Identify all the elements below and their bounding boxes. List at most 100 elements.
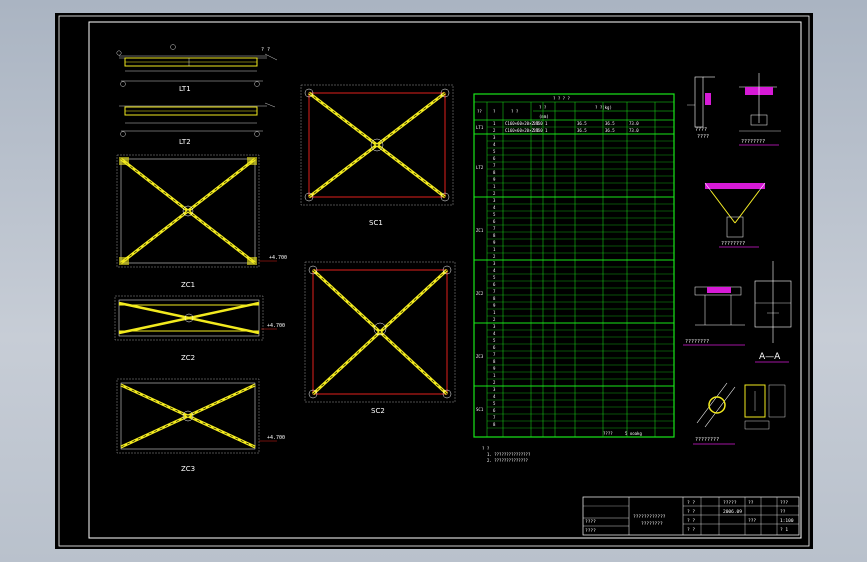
svg-text:????????: ???????? [695,437,719,443]
table-row-no: 7 [493,289,496,294]
table-group-label: SC1 [476,407,484,412]
table-row-no: 9 [493,303,496,308]
lt1-label: LT1 [179,85,191,93]
svg-text:? ?: ? ? [687,518,695,524]
col-header-5: ? ?(kg) [595,105,612,110]
svg-text:??: ?? [780,509,786,515]
svg-text:? ?: ? ? [261,47,270,53]
tb-project: ???????????? [633,514,666,520]
table-row-no: 3 [493,198,496,203]
table-row-no: 1 [493,310,496,315]
svg-text:? ?: ? ? [687,500,695,506]
table-cell: 5950 [533,121,543,126]
zc3-label: ZC3 [181,465,195,473]
table-row-no: 6 [493,282,496,287]
table-cell: 36.5 [605,121,615,126]
detail-2: ???????? [739,73,781,146]
col-header-1: ?? [477,109,482,114]
note-1: 1. ??????????????? [487,452,531,457]
table-group-label: LT2 [476,165,484,170]
table-row-no: 5 [493,401,496,406]
detail-3: ???????? [704,182,766,248]
detail-2-caption: ???????? [741,139,765,145]
note-2: 2. ?????????????? [487,458,529,463]
table-row-no: 9 [493,177,496,182]
table-row-no: 4 [493,394,496,399]
tb-left-2: ???? [585,528,596,534]
notes: ? ? 1. ??????????????? 2. ?????????????? [482,446,531,463]
sc1-view: SC1 [300,84,454,227]
svg-text:? ?: ? ? [687,527,695,533]
table-row-no: 7 [493,163,496,168]
aa-label: A—A [759,352,781,362]
lt1-view: ? ? LT1 [116,44,278,93]
detail-4-caption: ???????? [685,339,709,345]
table-row-no: 3 [493,324,496,329]
table-cell: 36.5 [577,121,587,126]
lt2-label: LT2 [179,138,191,146]
table-row-no: 6 [493,408,496,413]
table-row-no: 4 [493,205,496,210]
svg-text:????: ???? [697,134,709,140]
table-row-no: 2 [493,254,496,259]
table-row-no: 9 [493,366,496,371]
lt2-view: LT2 [119,102,276,146]
detail-3-caption: ???????? [721,241,745,247]
table-row-no: 7 [493,415,496,420]
svg-text:??: ?? [748,500,754,506]
table-group-label: LT1 [476,125,484,130]
table-row-no: 3 [493,135,496,140]
material-table: ? ? ? ? ?? ? ? ? ? ? ? ?(kg) (mm) 123456… [473,93,675,438]
sc1-label: SC1 [369,219,383,227]
zc3-view: +4.700 ZC3 [116,378,285,473]
table-row-no: 4 [493,142,496,147]
table-cell: 1 [545,121,548,126]
table-row-no: 4 [493,268,496,273]
cad-drawing: ? ? LT1 LT2 +4.700 ZC1 +4.700 ZC2 +4.700… [58,15,810,547]
note-0: ? ? [482,446,490,451]
table-cell: 36.5 [605,128,615,133]
table-row-no: 8 [493,359,496,364]
table-row-no: 5 [493,338,496,343]
table-row-no: 8 [493,422,496,427]
table-row-no: 5 [493,212,496,217]
table-row-no: 5 [493,149,496,154]
table-row-no: 2 [493,191,496,196]
table-row-no: 6 [493,345,496,350]
title-block: ???? ???? ???????????? ??????? ? ? ? ? ? … [582,496,800,536]
table-cell: 36.5 [577,128,587,133]
table-row-no: 1 [493,121,496,126]
table-group-label: ZC1 [476,228,484,233]
drawing-sheet: ? ? LT1 LT2 +4.700 ZC1 +4.700 ZC2 +4.700… [55,13,813,549]
table-row-no: 6 [493,156,496,161]
table-group-label: ZC2 [476,291,484,296]
sub-header-1: (mm) [539,114,549,119]
table-cell: 73.0 [629,128,639,133]
zc2-label: ZC2 [181,354,195,362]
table-row-no: 2 [493,128,496,133]
section-aa: A—A [754,261,792,363]
table-row-no: 8 [493,296,496,301]
table-row-no: 7 [493,226,496,231]
table-row-no: 5 [493,275,496,280]
table-header-top: ? ? ? ? [553,96,570,101]
zc2-view: +4.700 ZC2 [114,295,285,362]
svg-text:?????: ????? [723,500,737,506]
tb-left-1: ???? [585,519,596,525]
detail-1-caption: ???? [695,127,707,133]
table-row-no: 3 [493,387,496,392]
col-header-2: ? [493,109,496,114]
table-cell: 1 [545,128,548,133]
col-header-3: ? ? [511,109,519,114]
svg-text:+4.700: +4.700 [267,323,285,329]
table-cell: 73.0 [629,121,639,126]
sc2-view: SC2 [304,261,456,415]
detail-1: ???? ???? [687,76,715,140]
svg-text:? ?: ? ? [687,509,695,515]
table-row-no: 9 [493,240,496,245]
total-label: ???? [603,431,613,436]
table-row-no: 2 [493,380,496,385]
svg-text:???: ??? [780,500,788,506]
total-value: 5 ooakg [625,431,642,436]
table-row-no: 4 [493,331,496,336]
